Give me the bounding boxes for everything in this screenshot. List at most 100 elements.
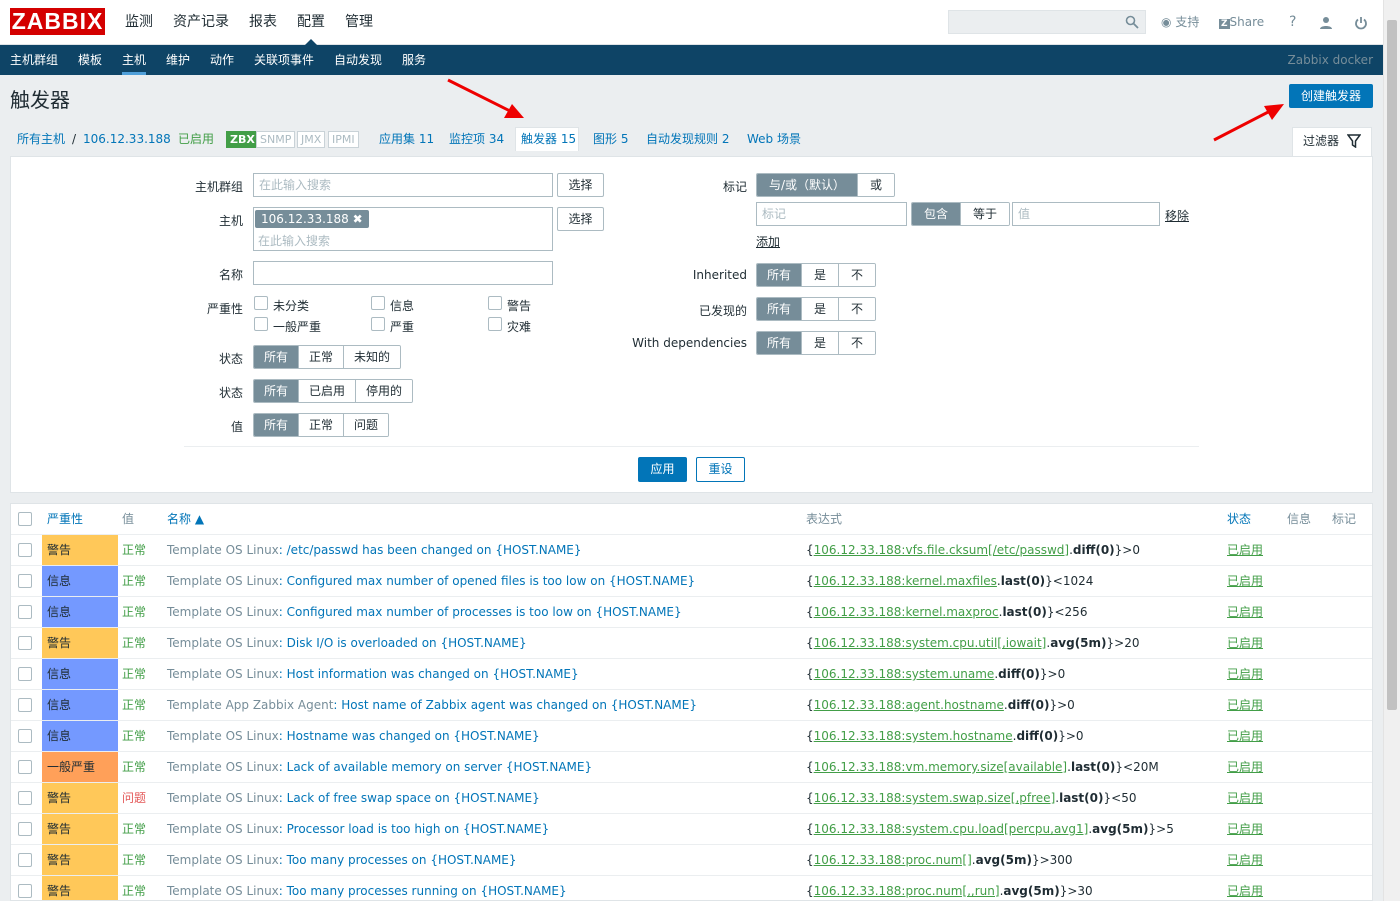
tab-triggers[interactable]: 触发器 15 — [521, 132, 576, 146]
menu-reports[interactable]: 报表 — [249, 0, 277, 45]
status-enabled-link[interactable]: 已启用 — [1227, 690, 1263, 720]
remove-tag-x-icon[interactable]: ✖ — [353, 212, 363, 226]
row-checkbox[interactable] — [18, 884, 32, 898]
header-status[interactable]: 状态 — [1227, 504, 1251, 534]
submenu-host-groups[interactable]: 主机群组 — [10, 45, 58, 75]
row-checkbox[interactable] — [18, 698, 32, 712]
tab-items[interactable]: 监控项 34 — [449, 132, 504, 146]
dependencies-yes[interactable]: 是 — [801, 332, 839, 354]
create-trigger-button[interactable]: 创建触发器 — [1289, 84, 1373, 108]
discovered-no[interactable]: 不 — [838, 298, 876, 320]
status-enabled-link[interactable]: 已启用 — [1227, 566, 1263, 596]
search-icon[interactable] — [1125, 15, 1139, 29]
apply-button[interactable]: 应用 — [638, 457, 687, 482]
breadcrumb-all-hosts[interactable]: 所有主机 — [17, 132, 65, 146]
expression-item-link[interactable]: 106.12.33.188:system.hostname — [814, 729, 1013, 743]
submenu-hosts[interactable]: 主机 — [122, 45, 147, 75]
host-selected-tag[interactable]: 106.12.33.188 ✖ — [255, 210, 369, 228]
submenu-discovery[interactable]: 自动发现 — [334, 45, 382, 75]
row-checkbox[interactable] — [18, 853, 32, 867]
status-all[interactable]: 所有 — [254, 380, 299, 402]
template-link[interactable]: Template App Zabbix Agent — [167, 698, 333, 712]
submenu-maintenance[interactable]: 维护 — [166, 45, 190, 75]
expression-item-link[interactable]: 106.12.33.188:system.swap.size[,pfree] — [814, 791, 1056, 805]
status-enabled-link[interactable]: 已启用 — [1227, 876, 1263, 900]
status-enabled[interactable]: 已启用 — [298, 380, 356, 402]
reset-button[interactable]: 重设 — [696, 457, 745, 482]
trigger-name-link[interactable]: Host name of Zabbix agent was changed on… — [341, 698, 697, 712]
trigger-name-link[interactable]: Configured max number of opened files is… — [287, 574, 696, 588]
search-input[interactable] — [948, 10, 1146, 34]
value-all[interactable]: 所有 — [254, 414, 299, 436]
row-checkbox[interactable] — [18, 636, 32, 650]
filter-tab[interactable]: 过滤器 — [1292, 127, 1372, 157]
template-link[interactable]: Template OS Linux — [167, 636, 279, 650]
severity-high-checkbox[interactable] — [371, 317, 385, 331]
expression-item-link[interactable]: 106.12.33.188:vfs.file.cksum[/etc/passwd… — [814, 543, 1069, 557]
host-group-input[interactable]: 在此输入搜索 — [253, 173, 553, 197]
status-enabled-link[interactable]: 已启用 — [1227, 721, 1263, 751]
expression-item-link[interactable]: 106.12.33.188:kernel.maxfiles — [814, 574, 997, 588]
status-enabled-link[interactable]: 已启用 — [1227, 628, 1263, 658]
value-ok[interactable]: 正常 — [298, 414, 344, 436]
trigger-name-link[interactable]: /etc/passwd has been changed on {HOST.NA… — [287, 543, 582, 557]
inherited-no[interactable]: 不 — [838, 264, 876, 286]
template-link[interactable]: Template OS Linux — [167, 605, 279, 619]
submenu-actions[interactable]: 动作 — [210, 45, 234, 75]
trigger-name-link[interactable]: Too many processes running on {HOST.NAME… — [287, 884, 567, 898]
expression-item-link[interactable]: 106.12.33.188:system.cpu.util[,iowait] — [814, 636, 1047, 650]
template-link[interactable]: Template OS Linux — [167, 822, 279, 836]
submenu-services[interactable]: 服务 — [402, 45, 426, 75]
host-group-select-button[interactable]: 选择 — [557, 173, 604, 197]
zabbix-logo[interactable]: ZABBIX — [10, 8, 105, 35]
submenu-templates[interactable]: 模板 — [78, 45, 102, 75]
trigger-name-link[interactable]: Lack of available memory on server {HOST… — [287, 760, 592, 774]
menu-configuration[interactable]: 配置 — [297, 0, 325, 45]
row-checkbox[interactable] — [18, 729, 32, 743]
menu-monitoring[interactable]: 监测 — [125, 0, 153, 45]
expression-item-link[interactable]: 106.12.33.188:system.cpu.load[percpu,avg… — [814, 822, 1089, 836]
trigger-name-link[interactable]: Disk I/O is overloaded on {HOST.NAME} — [287, 636, 527, 650]
severity-disaster-checkbox[interactable] — [488, 317, 502, 331]
tag-value-input[interactable]: 值 — [1012, 202, 1160, 226]
severity-average-checkbox[interactable] — [254, 317, 268, 331]
tag-name-input[interactable]: 标记 — [756, 202, 907, 226]
row-checkbox[interactable] — [18, 543, 32, 557]
template-link[interactable]: Template OS Linux — [167, 791, 279, 805]
trigger-name-link[interactable]: Processor load is too high on {HOST.NAME… — [287, 822, 550, 836]
submenu-correlation[interactable]: 关联项事件 — [254, 45, 314, 75]
status-enabled-link[interactable]: 已启用 — [1227, 845, 1263, 875]
tab-web-scenarios[interactable]: Web 场景 — [747, 132, 801, 146]
status-enabled-link[interactable]: 已启用 — [1227, 783, 1263, 813]
trigger-name-link[interactable]: Host information was changed on {HOST.NA… — [287, 667, 579, 681]
status-enabled-link[interactable]: 已启用 — [1227, 535, 1263, 565]
tab-discovery-rules[interactable]: 自动发现规则 2 — [646, 132, 729, 146]
dependencies-all[interactable]: 所有 — [757, 332, 802, 354]
template-link[interactable]: Template OS Linux — [167, 884, 279, 898]
tag-op-contains[interactable]: 包含 — [912, 203, 961, 225]
state-normal[interactable]: 正常 — [298, 346, 344, 368]
vertical-scrollbar[interactable] — [1383, 0, 1400, 901]
tags-and-or[interactable]: 与/或（默认） — [757, 174, 858, 196]
status-enabled-link[interactable]: 已启用 — [1227, 597, 1263, 627]
discovered-yes[interactable]: 是 — [801, 298, 839, 320]
discovered-all[interactable]: 所有 — [757, 298, 802, 320]
template-link[interactable]: Template OS Linux — [167, 574, 279, 588]
breadcrumb-host[interactable]: 106.12.33.188 — [83, 132, 171, 146]
expression-item-link[interactable]: 106.12.33.188:agent.hostname — [814, 698, 1004, 712]
share-link[interactable]: Z Share — [1219, 0, 1264, 45]
tag-add-link[interactable]: 添加 — [756, 233, 780, 250]
support-link[interactable]: ◉ 支持 — [1161, 0, 1199, 45]
name-input[interactable] — [253, 261, 553, 285]
severity-not-classified-checkbox[interactable] — [254, 296, 268, 310]
select-all-checkbox[interactable] — [18, 512, 32, 526]
inherited-yes[interactable]: 是 — [801, 264, 839, 286]
menu-inventory[interactable]: 资产记录 — [173, 0, 229, 45]
expression-item-link[interactable]: 106.12.33.188:kernel.maxproc — [814, 605, 999, 619]
expression-item-link[interactable]: 106.12.33.188:vm.memory.size[available] — [814, 760, 1067, 774]
user-profile-icon[interactable] — [1319, 0, 1333, 45]
status-enabled-link[interactable]: 已启用 — [1227, 814, 1263, 844]
row-checkbox[interactable] — [18, 667, 32, 681]
template-link[interactable]: Template OS Linux — [167, 760, 279, 774]
expression-item-link[interactable]: 106.12.33.188:proc.num[,,run] — [814, 884, 1000, 898]
